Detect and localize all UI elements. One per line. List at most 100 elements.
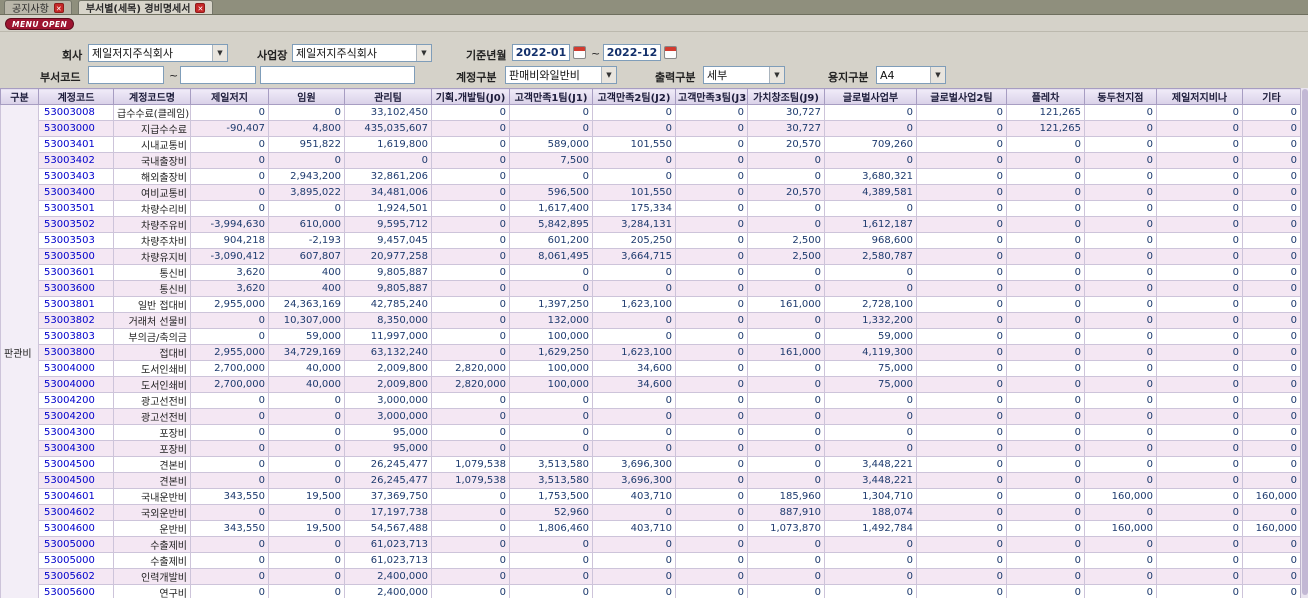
paper-type-select[interactable]: A4 ▼ [876,66,946,84]
table-row[interactable]: 53003503 차량주차비 904,218 -2,193 9,457,045 0 601,… [1,232,1301,249]
company-select[interactable]: 제일저지주식회사 ▼ [88,44,228,62]
account-name-cell[interactable]: 시내교통비 [113,136,191,153]
table-row[interactable]: 53003500 차량유지비 -3,090,412 607,807 20,977,258… [1,248,1301,265]
table-row[interactable]: 53004500 견본비 0 0 26,245,477 1,079,538 3,513,58… [1,472,1301,489]
col-header[interactable]: 제일저지 [190,88,269,105]
account-code-cell[interactable]: 53003503 [38,232,114,249]
col-header[interactable]: 계정코드 [38,88,114,105]
col-header[interactable]: 글로벌사업2팀 [916,88,1007,105]
account-code-cell[interactable]: 53005000 [38,552,114,569]
account-code-cell[interactable]: 53004300 [38,424,114,441]
col-header[interactable]: 동두천지점 [1084,88,1157,105]
dept-to-input[interactable] [180,66,256,84]
account-code-cell[interactable]: 53004600 [38,520,114,537]
calendar-icon[interactable] [573,46,586,59]
account-code-cell[interactable]: 53004000 [38,376,114,393]
account-code-cell[interactable]: 53003803 [38,328,114,345]
account-name-cell[interactable]: 차량유지비 [113,248,191,265]
account-name-cell[interactable]: 수출제비 [113,536,191,553]
account-name-cell[interactable]: 운반비 [113,520,191,537]
col-header[interactable]: 제일저지비나 [1156,88,1243,105]
account-name-cell[interactable]: 차량주차비 [113,232,191,249]
col-header[interactable]: 구분 [0,88,39,105]
col-header[interactable]: 플레차 [1006,88,1085,105]
vertical-scrollbar[interactable] [1300,88,1308,598]
account-name-cell[interactable]: 일반 접대비 [113,296,191,313]
table-row[interactable]: 53004300 포장비 0 0 95,000 0 0 0 0 0 0 0 0 0 0 0 [1,424,1301,441]
account-code-cell[interactable]: 53004500 [38,472,114,489]
table-row[interactable]: 53003802 거래처 선물비 0 10,307,000 8,350,000 0 132,… [1,312,1301,329]
col-header[interactable]: 계정코드명 [113,88,191,105]
table-row[interactable]: 53003403 해외출장비 0 2,943,200 32,861,206 0 0 0 0 0 3,… [1,168,1301,185]
account-code-cell[interactable]: 53003502 [38,216,114,233]
account-name-cell[interactable]: 통신비 [113,264,191,281]
table-row[interactable]: 53004600 운반비 343,550 19,500 54,567,488 0 1,806… [1,520,1301,537]
table-row[interactable]: 53003501 차량수리비 0 0 1,924,501 0 1,617,400 175,33… [1,200,1301,217]
table-row[interactable]: 53003601 통신비 3,620 400 9,805,887 0 0 0 0 0 0 0 0 0 0 0 [1,264,1301,281]
account-name-cell[interactable]: 국내출장비 [113,152,191,169]
account-code-cell[interactable]: 53004602 [38,504,114,521]
account-name-cell[interactable]: 국내운반비 [113,488,191,505]
table-row[interactable]: 판관비 53003008 급수수료(클레임) 0 0 33,102,450 0 0 0 0 30,7… [0,104,1301,598]
account-name-cell[interactable]: 수출제비 [113,552,191,569]
account-code-cell[interactable]: 53003000 [38,120,114,137]
account-code-cell[interactable]: 53003501 [38,200,114,217]
account-name-cell[interactable]: 도서인쇄비 [113,376,191,393]
account-name-cell[interactable]: 접대비 [113,344,191,361]
col-header[interactable]: 임원 [268,88,345,105]
col-header[interactable]: 글로벌사업부 [824,88,917,105]
table-row[interactable]: 53003502 차량주유비 -3,994,630 610,000 9,595,712 0… [1,216,1301,233]
account-code-cell[interactable]: 53003802 [38,312,114,329]
account-name-cell[interactable]: 광고선전비 [113,392,191,409]
table-row[interactable]: 53003801 일반 접대비 2,955,000 24,363,169 42,785,… [1,296,1301,313]
table-row[interactable]: 53004500 견본비 0 0 26,245,477 1,079,538 3,513,58… [1,456,1301,473]
calendar-icon[interactable] [664,46,677,59]
table-row[interactable]: 53004601 국내운반비 343,550 19,500 37,369,750 0 1,7… [1,488,1301,505]
account-code-cell[interactable]: 53005600 [38,584,114,598]
table-row[interactable]: 53005600 연구비 0 0 2,400,000 0 0 0 0 0 0 0 0 0 0 0 [1,584,1301,598]
dept-name-input[interactable] [260,66,415,84]
table-row[interactable]: 53003400 여비교통비 0 3,895,022 34,481,006 0 596,50… [1,184,1301,201]
col-header[interactable]: 고객만족3팀(J3) [675,88,748,105]
account-code-cell[interactable]: 53003600 [38,280,114,297]
table-row[interactable]: 53004602 국외운반비 0 0 17,197,738 0 52,960 0 0 887,91… [1,504,1301,521]
account-name-cell[interactable]: 연구비 [113,584,191,598]
account-code-cell[interactable]: 53003500 [38,248,114,265]
account-code-cell[interactable]: 53003801 [38,296,114,313]
dept-from-input[interactable] [88,66,164,84]
account-name-cell[interactable]: 통신비 [113,280,191,297]
menu-open-button[interactable]: MENU OPEN [5,18,75,30]
col-header[interactable]: 관리팀 [344,88,432,105]
account-code-cell[interactable]: 53004300 [38,440,114,457]
account-code-cell[interactable]: 53003601 [38,264,114,281]
table-row[interactable]: 53004000 도서인쇄비 2,700,000 40,000 2,009,800 2,8… [1,376,1301,393]
period-from-input[interactable]: 2022-01 [512,44,570,61]
period-to-input[interactable]: 2022-12 [603,44,661,61]
account-name-cell[interactable]: 인력개발비 [113,568,191,585]
account-name-cell[interactable]: 견본비 [113,472,191,489]
output-type-select[interactable]: 세부 ▼ [703,66,785,84]
table-row[interactable]: 53003402 국내출장비 0 0 0 0 7,500 0 0 0 0 0 0 0 0 0 [1,152,1301,169]
account-name-cell[interactable]: 급수수료(클레임) [113,104,191,121]
account-code-cell[interactable]: 53005602 [38,568,114,585]
account-name-cell[interactable]: 부의금/축의금 [113,328,191,345]
table-row[interactable]: 53003803 부의금/축의금 0 59,000 11,997,000 0 100,000… [1,328,1301,345]
account-name-cell[interactable]: 거래처 선물비 [113,312,191,329]
account-code-cell[interactable]: 53003402 [38,152,114,169]
account-name-cell[interactable]: 차량수리비 [113,200,191,217]
account-name-cell[interactable]: 견본비 [113,456,191,473]
account-code-cell[interactable]: 53003800 [38,344,114,361]
account-code-cell[interactable]: 53003401 [38,136,114,153]
table-row[interactable]: 53003000 지급수수료 -90,407 4,800 435,035,607 0 0 0 0… [1,120,1301,137]
account-code-cell[interactable]: 53004200 [38,408,114,425]
table-row[interactable]: 53005602 인력개발비 0 0 2,400,000 0 0 0 0 0 0 0 0 0 0 0 [1,568,1301,585]
close-icon[interactable]: ✕ [195,2,206,13]
col-header[interactable]: 기획.개발팀(J0) [431,88,510,105]
tab-notice[interactable]: 공지사항 ✕ [4,0,72,15]
account-name-cell[interactable]: 광고선전비 [113,408,191,425]
account-code-cell[interactable]: 53004601 [38,488,114,505]
account-name-cell[interactable]: 지급수수료 [113,120,191,137]
account-name-cell[interactable]: 여비교통비 [113,184,191,201]
account-name-cell[interactable]: 해외출장비 [113,168,191,185]
account-name-cell[interactable]: 도서인쇄비 [113,360,191,377]
